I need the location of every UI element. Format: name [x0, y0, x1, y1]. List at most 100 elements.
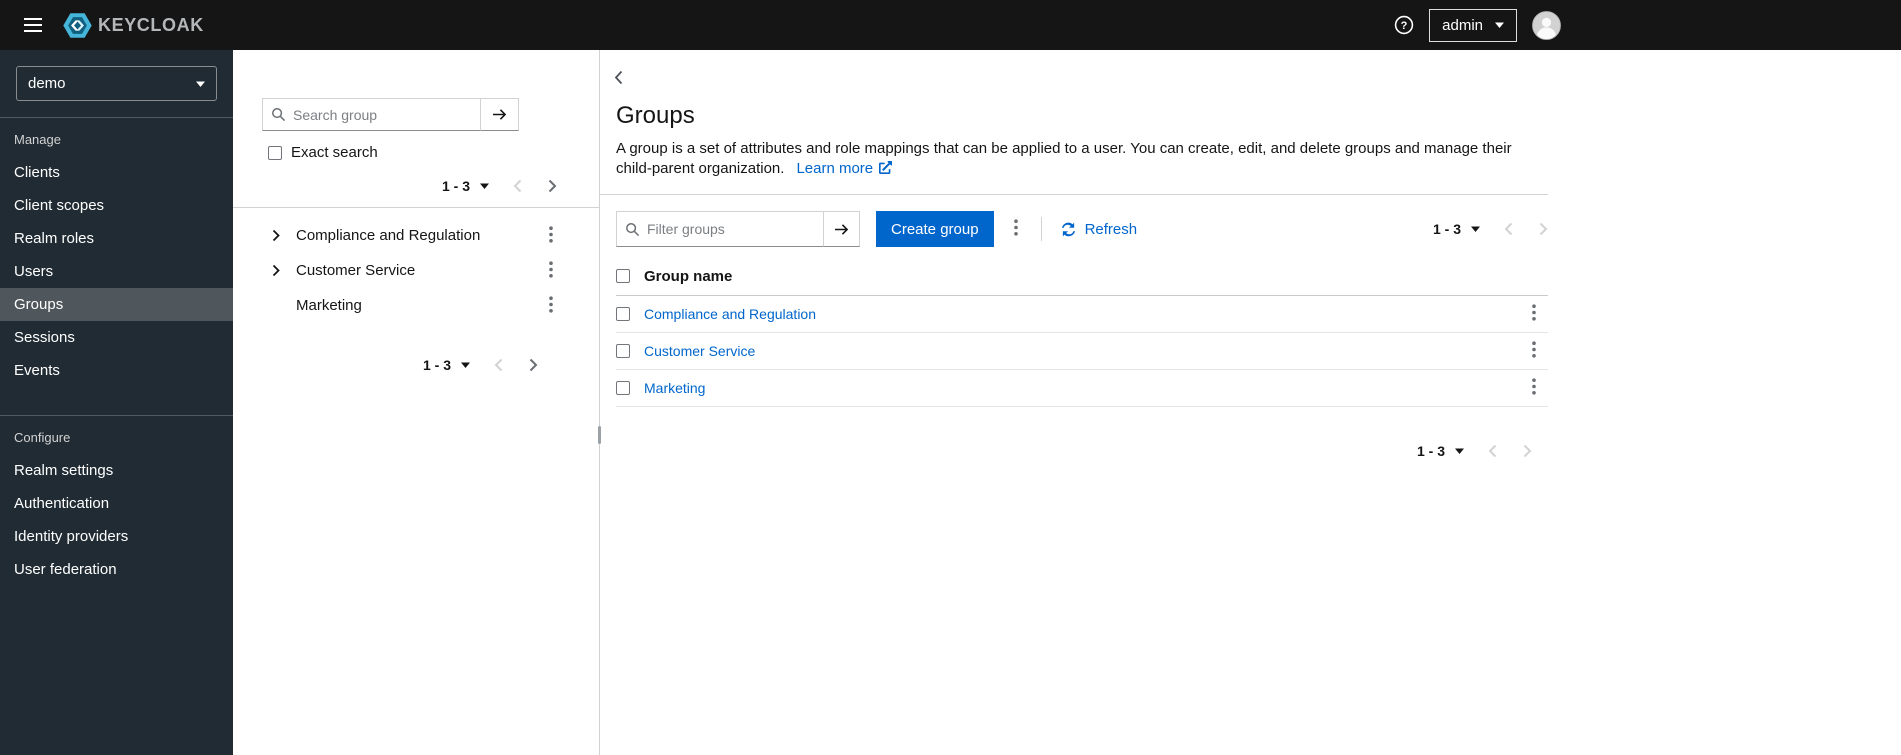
caret-down-icon: [1455, 448, 1464, 454]
nav-toggle-button[interactable]: [14, 8, 52, 42]
refresh-label: Refresh: [1084, 220, 1138, 238]
toolbar-kebab-button[interactable]: [1010, 219, 1022, 239]
pagination-range: 1 - 3: [441, 178, 470, 194]
hamburger-icon: [24, 18, 42, 20]
angle-right-icon: [272, 229, 280, 242]
nav-gap: [0, 387, 233, 411]
filter-groups-input[interactable]: [616, 211, 824, 247]
sidebar-item-authentication[interactable]: Authentication: [0, 487, 233, 520]
pagination-options-toggle[interactable]: 1 - 3: [1417, 443, 1464, 459]
hamburger-icon: [24, 24, 42, 26]
tree-search-input[interactable]: [262, 98, 481, 131]
next-page-button[interactable]: [1539, 222, 1548, 236]
prev-page-button[interactable]: [1488, 444, 1497, 458]
description-text: A group is a set of attributes and role …: [616, 140, 1512, 177]
realm-name: demo: [28, 75, 66, 92]
exact-search-control: Exact search: [268, 144, 599, 161]
page-header: Groups A group is a set of attributes an…: [616, 102, 1901, 179]
kebab-menu-button[interactable]: [1528, 341, 1540, 361]
kebab-menu-button[interactable]: [1528, 378, 1540, 398]
brand-text: KEYCLOAK: [98, 14, 204, 35]
keycloak-logo-icon: [62, 10, 93, 41]
kebab-icon: [1013, 219, 1018, 236]
expand-toggle-button[interactable]: [272, 264, 284, 277]
filter-submit-button[interactable]: [823, 211, 860, 247]
prev-page-button[interactable]: [494, 358, 503, 372]
realm-selector[interactable]: demo: [16, 66, 217, 101]
kebab-icon: [1532, 378, 1536, 395]
prev-page-button[interactable]: [513, 179, 522, 193]
chevron-right-icon: [548, 179, 557, 193]
kebab-menu-button[interactable]: [547, 260, 555, 281]
tree-item-label: Customer Service: [296, 262, 416, 279]
sidebar-item-events[interactable]: Events: [0, 354, 233, 387]
tree-item[interactable]: Marketing: [233, 288, 599, 323]
caret-down-icon: [196, 81, 205, 87]
page-description: A group is a set of attributes and role …: [616, 139, 1521, 179]
table-pagination-bottom: 1 - 3: [616, 443, 1548, 459]
caret-down-icon: [461, 362, 470, 368]
sidebar-item-users[interactable]: Users: [0, 255, 233, 288]
main-content: Groups A group is a set of attributes an…: [600, 50, 1901, 755]
row-checkbox[interactable]: [616, 344, 630, 358]
kebab-menu-button[interactable]: [547, 225, 555, 246]
table-pagination-top: 1 - 3: [1433, 221, 1548, 237]
user-menu-button[interactable]: admin: [1429, 8, 1517, 42]
exact-search-checkbox[interactable]: [268, 145, 282, 160]
page-title: Groups: [616, 102, 695, 129]
sidebar-item-sessions[interactable]: Sessions: [0, 321, 233, 354]
refresh-button[interactable]: Refresh: [1061, 220, 1138, 238]
tree-item[interactable]: Customer Service: [233, 253, 599, 288]
hamburger-icon: [24, 30, 42, 32]
table-row: Compliance and Regulation: [616, 296, 1548, 333]
tree-search-submit-button[interactable]: [480, 98, 519, 131]
next-page-button[interactable]: [548, 179, 557, 193]
prev-page-button[interactable]: [1504, 222, 1513, 236]
column-header-group-name: Group name: [644, 267, 733, 285]
panel-resize-handle[interactable]: [598, 426, 601, 444]
avatar: [1532, 10, 1561, 40]
kebab-icon: [1532, 304, 1536, 321]
pagination-options-toggle[interactable]: 1 - 3: [442, 178, 489, 194]
kebab-menu-button[interactable]: [547, 295, 555, 316]
learn-more-link[interactable]: Learn more: [796, 160, 893, 177]
sidebar-item-groups[interactable]: Groups: [0, 288, 233, 321]
exact-search-label: Exact search: [291, 144, 378, 161]
group-link[interactable]: Customer Service: [644, 343, 755, 359]
page-body: demo Manage Clients Client scopes Realm …: [0, 50, 1901, 755]
groups-tree-panel: Exact search 1 - 3: [233, 50, 601, 755]
row-checkbox[interactable]: [616, 307, 630, 321]
caret-down-icon: [1495, 22, 1504, 28]
sidebar-item-user-federation[interactable]: User federation: [0, 553, 233, 586]
chevron-right-icon: [529, 358, 538, 372]
sidebar-item-realm-roles[interactable]: Realm roles: [0, 222, 233, 255]
row-checkbox[interactable]: [616, 381, 630, 395]
tree-pagination-bottom: 1 - 3: [233, 357, 599, 373]
toolbar-divider: [1040, 217, 1042, 241]
next-page-button[interactable]: [529, 358, 538, 372]
collapse-drawer-button[interactable]: [610, 70, 627, 88]
tree-item-label: Marketing: [296, 297, 362, 314]
help-button[interactable]: ?: [1394, 15, 1414, 35]
sidebar-item-identity-providers[interactable]: Identity providers: [0, 520, 233, 553]
sidebar-item-clients[interactable]: Clients: [0, 156, 233, 189]
table-row: Customer Service: [616, 333, 1548, 370]
chevron-left-icon: [1504, 222, 1513, 236]
expand-toggle-button[interactable]: [272, 229, 284, 242]
sidebar-item-realm-settings[interactable]: Realm settings: [0, 454, 233, 487]
avatar-button[interactable]: [1532, 10, 1561, 40]
app-window: KEYCLOAK ? admin demo Manage Clients Cli…: [0, 0, 1901, 755]
refresh-icon: [1061, 222, 1075, 236]
next-page-button[interactable]: [1523, 444, 1532, 458]
arrow-right-icon: [835, 223, 849, 235]
sidebar-item-client-scopes[interactable]: Client scopes: [0, 189, 233, 222]
create-group-button[interactable]: Create group: [876, 211, 994, 247]
pagination-options-toggle[interactable]: 1 - 3: [1433, 221, 1480, 237]
group-link[interactable]: Marketing: [644, 380, 705, 396]
chevron-left-icon: [513, 179, 522, 193]
tree-item[interactable]: Compliance and Regulation: [233, 218, 599, 253]
select-all-checkbox[interactable]: [616, 269, 630, 283]
group-link[interactable]: Compliance and Regulation: [644, 306, 816, 322]
pagination-options-toggle[interactable]: 1 - 3: [423, 357, 470, 373]
kebab-menu-button[interactable]: [1528, 304, 1540, 324]
